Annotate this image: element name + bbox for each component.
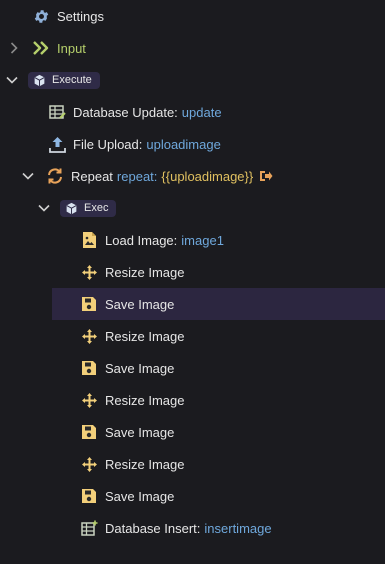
save-icon: [80, 295, 98, 313]
tree-item-settings[interactable]: Settings: [0, 0, 385, 32]
upload-icon: [48, 135, 66, 153]
link-out-icon[interactable]: [259, 169, 273, 183]
tree-item-database-update[interactable]: Database Update: update: [0, 96, 385, 128]
tree-item-execute[interactable]: Execute: [0, 64, 385, 96]
tree-item-exec[interactable]: Exec: [0, 192, 385, 224]
move-icon: [80, 263, 98, 281]
tree-item-label: File Upload:: [73, 136, 143, 152]
tree-item-label: Save Image: [105, 360, 175, 376]
table-add-icon: [80, 519, 98, 537]
chevron-down-icon[interactable]: [38, 202, 50, 214]
cube-icon: [33, 74, 46, 87]
tree-item-save-image[interactable]: Save Image: [0, 288, 385, 320]
tree-item-value: update: [181, 104, 222, 120]
tree-item-label: Save Image: [105, 488, 175, 504]
tree-item-value: insertimage: [204, 520, 272, 536]
tree-item-resize-image[interactable]: Resize Image: [0, 256, 385, 288]
tree-item-save-image[interactable]: Save Image: [0, 480, 385, 512]
tree-item-label: Database Insert:: [105, 520, 201, 536]
tree-item-label: Resize Image: [105, 264, 185, 280]
table-edit-icon: [48, 103, 66, 121]
cube-icon: [65, 202, 78, 215]
tree-item-label: Input: [57, 40, 86, 56]
tree-item-label: Exec: [84, 202, 109, 214]
save-icon: [80, 423, 98, 441]
tree-item-load-image[interactable]: Load Image: image1: [0, 224, 385, 256]
execute-pill: Execute: [28, 71, 100, 89]
chevron-down-icon[interactable]: [6, 74, 18, 86]
tree-item-resize-image[interactable]: Resize Image: [0, 320, 385, 352]
tree-item-label: Save Image: [105, 424, 175, 440]
chevron-right-icon[interactable]: [8, 42, 20, 54]
move-icon: [80, 327, 98, 345]
tree-item-label: Settings: [57, 8, 104, 24]
tree-item-save-image[interactable]: Save Image: [0, 416, 385, 448]
tree-item-label: Resize Image: [105, 456, 185, 472]
tree-item-keyword: repeat:: [116, 168, 158, 184]
tree-item-label: Database Update:: [73, 104, 178, 120]
tree-item-save-image[interactable]: Save Image: [0, 352, 385, 384]
save-icon: [80, 359, 98, 377]
action-tree: Settings Input Execute Database Update: …: [0, 0, 385, 564]
image-file-icon: [80, 231, 98, 249]
repeat-icon: [46, 167, 64, 185]
tree-item-repeat[interactable]: Repeat repeat: {{uploadimage}}: [0, 160, 385, 192]
gear-icon: [32, 7, 50, 25]
move-icon: [80, 391, 98, 409]
tree-item-label: Repeat: [71, 168, 113, 184]
tree-item-resize-image[interactable]: Resize Image: [0, 384, 385, 416]
tree-item-resize-image[interactable]: Resize Image: [0, 448, 385, 480]
tree-item-label: Resize Image: [105, 328, 185, 344]
tree-item-database-insert[interactable]: Database Insert: insertimage: [0, 512, 385, 544]
tree-item-file-upload[interactable]: File Upload: uploadimage: [0, 128, 385, 160]
save-icon: [80, 487, 98, 505]
tree-item-value: image1: [181, 232, 224, 248]
double-chevron-right-icon: [32, 39, 50, 57]
tree-item-label: Resize Image: [105, 392, 185, 408]
tree-item-label: Load Image:: [105, 232, 178, 248]
tree-item-label: Save Image: [105, 296, 175, 312]
tree-item-label: Execute: [52, 74, 92, 86]
move-icon: [80, 455, 98, 473]
selection-highlight: [52, 288, 385, 320]
tree-item-value: {{uploadimage}}: [161, 168, 254, 184]
exec-pill: Exec: [60, 199, 117, 217]
tree-item-input[interactable]: Input: [0, 32, 385, 64]
tree-item-value: uploadimage: [146, 136, 221, 152]
chevron-down-icon[interactable]: [22, 170, 34, 182]
